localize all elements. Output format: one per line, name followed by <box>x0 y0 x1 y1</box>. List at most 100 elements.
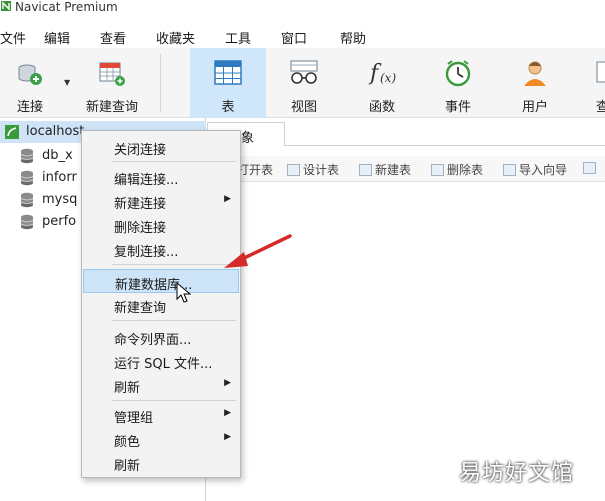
menu-color[interactable]: 颜色 ▶ <box>83 427 239 451</box>
new-query-label: 新建查询 <box>85 100 138 115</box>
connect-dropdown-icon[interactable]: ▼ <box>64 78 70 87</box>
menu-file[interactable]: 文件 <box>0 28 26 47</box>
import-wizard-label: 导入向导 <box>519 163 568 177</box>
menu-separator <box>112 400 236 401</box>
menu-close-connection[interactable]: 关闭连接 <box>83 135 239 159</box>
menu-copy-connection[interactable]: 复制连接... <box>83 237 239 261</box>
export-wizard-button[interactable] <box>583 161 599 175</box>
menu-new-connection[interactable]: 新建连接 ▶ <box>83 189 239 213</box>
more-tool-button[interactable]: 查 <box>586 48 605 118</box>
menu-console[interactable]: 命令列界面... <box>83 325 239 349</box>
more-tool-label: 查 <box>596 100 605 115</box>
menu-item-label: 新建查询 <box>114 301 167 316</box>
import-wizard-button[interactable]: 导入向导 <box>503 161 567 178</box>
menu-run-sql-file[interactable]: 运行 SQL 文件... <box>83 349 239 373</box>
database-label: db_x <box>42 148 73 163</box>
menu-item-label: 刷新 <box>114 459 141 474</box>
tab-divider <box>285 145 605 146</box>
view-button[interactable]: 视图 <box>272 48 336 118</box>
svg-text:(x): (x) <box>380 71 396 85</box>
menu-item-label: 颜色 <box>114 435 141 450</box>
object-pane: 对象 打开表 设计表 新建表 删除表 导入向导 <box>207 118 605 501</box>
design-table-button[interactable]: 设计表 <box>287 161 339 178</box>
menu-bar: 文件 编辑 查看 收藏夹 工具 窗口 帮助 <box>0 24 605 47</box>
open-table-button[interactable]: 打开表 <box>237 161 273 178</box>
menu-favorites[interactable]: 收藏夹 <box>156 28 195 47</box>
delete-table-button[interactable]: 删除表 <box>431 161 483 178</box>
menu-item-label: 删除连接 <box>114 221 167 236</box>
delete-table-icon <box>431 164 444 176</box>
mouse-cursor-icon <box>176 282 192 303</box>
design-table-label: 设计表 <box>303 163 340 177</box>
menu-item-label: 命令列界面... <box>114 333 192 348</box>
menu-refresh[interactable]: 刷新 <box>83 451 239 475</box>
delete-table-label: 删除表 <box>447 163 484 177</box>
submenu-arrow-icon: ▶ <box>224 194 231 204</box>
user-label: 用户 <box>521 100 548 115</box>
menu-window[interactable]: 窗口 <box>281 28 307 47</box>
database-icon <box>20 170 34 186</box>
menu-item-label: 编辑连接... <box>114 173 179 188</box>
submenu-arrow-icon: ▶ <box>224 408 231 418</box>
submenu-arrow-icon: ▶ <box>224 378 231 388</box>
database-icon <box>20 148 34 164</box>
event-button[interactable]: 事件 <box>426 48 490 118</box>
new-table-button[interactable]: 新建表 <box>359 161 411 178</box>
mysql-connection-icon <box>5 125 19 139</box>
function-button[interactable]: f (x) 函数 <box>350 48 414 118</box>
new-query-button[interactable]: 新建查询 <box>80 48 144 118</box>
open-table-label: 打开表 <box>237 163 274 177</box>
database-icon <box>20 192 34 208</box>
menu-delete-connection[interactable]: 删除连接 <box>83 213 239 237</box>
table-button[interactable]: 表 <box>190 48 266 118</box>
user-icon <box>524 61 546 86</box>
menu-item-label: 关闭连接 <box>114 143 167 158</box>
view-glasses-icon <box>290 60 318 84</box>
function-fx-icon: f (x) <box>368 61 396 86</box>
red-annotation-arrow-icon <box>224 234 292 268</box>
database-icon <box>20 214 34 230</box>
database-label: mysq <box>42 192 78 207</box>
table-icon <box>214 60 242 85</box>
object-toolbar: 打开表 设计表 新建表 删除表 导入向导 <box>207 156 605 182</box>
menu-help[interactable]: 帮助 <box>340 28 366 47</box>
menu-tools[interactable]: 工具 <box>225 28 251 47</box>
event-label: 事件 <box>444 100 471 115</box>
title-bar: Navicat Premium <box>0 0 605 20</box>
menu-item-label: 管理组 <box>114 411 154 426</box>
function-label: 函数 <box>368 100 395 115</box>
import-wizard-icon <box>503 164 516 176</box>
new-table-icon <box>359 164 372 176</box>
table-label: 表 <box>221 100 235 115</box>
menu-new-query[interactable]: 新建查询 <box>83 293 239 317</box>
menu-separator <box>112 320 236 321</box>
view-label: 视图 <box>290 100 317 115</box>
new-table-label: 新建表 <box>375 163 412 177</box>
menu-refresh-submenu[interactable]: 刷新 ▶ <box>83 373 239 397</box>
menu-edit[interactable]: 编辑 <box>44 28 70 47</box>
connect-label: 连接 <box>16 100 43 115</box>
app-title: Navicat Premium <box>15 0 118 14</box>
menu-view[interactable]: 查看 <box>100 28 126 47</box>
connect-plug-icon <box>18 64 42 85</box>
export-wizard-icon <box>583 162 596 174</box>
main-toolbar: 连接 ▼ 新建查询 表 视图 f (x) 函数 事件 用户 查 <box>0 48 605 118</box>
navicat-logo-icon <box>1 1 11 11</box>
menu-item-label: 复制连接... <box>114 245 179 260</box>
new-query-icon <box>99 62 125 86</box>
menu-new-database[interactable]: 新建数据库... <box>83 269 239 293</box>
menu-manage-group[interactable]: 管理组 ▶ <box>83 403 239 427</box>
menu-item-label: 新建连接 <box>114 197 167 212</box>
user-button[interactable]: 用户 <box>503 48 567 118</box>
event-clock-icon <box>445 60 471 87</box>
menu-item-label: 运行 SQL 文件... <box>114 357 213 372</box>
watermark-text: 易坊好文馆 <box>459 461 575 486</box>
menu-edit-connection[interactable]: 编辑连接... <box>83 165 239 189</box>
database-label: perfo <box>42 214 77 229</box>
database-label: inforr <box>42 170 77 185</box>
toolbar-separator <box>160 54 161 112</box>
connection-label: localhost <box>26 124 85 139</box>
connect-button[interactable]: 连接 <box>2 48 58 118</box>
submenu-arrow-icon: ▶ <box>224 432 231 442</box>
menu-separator <box>112 161 236 162</box>
